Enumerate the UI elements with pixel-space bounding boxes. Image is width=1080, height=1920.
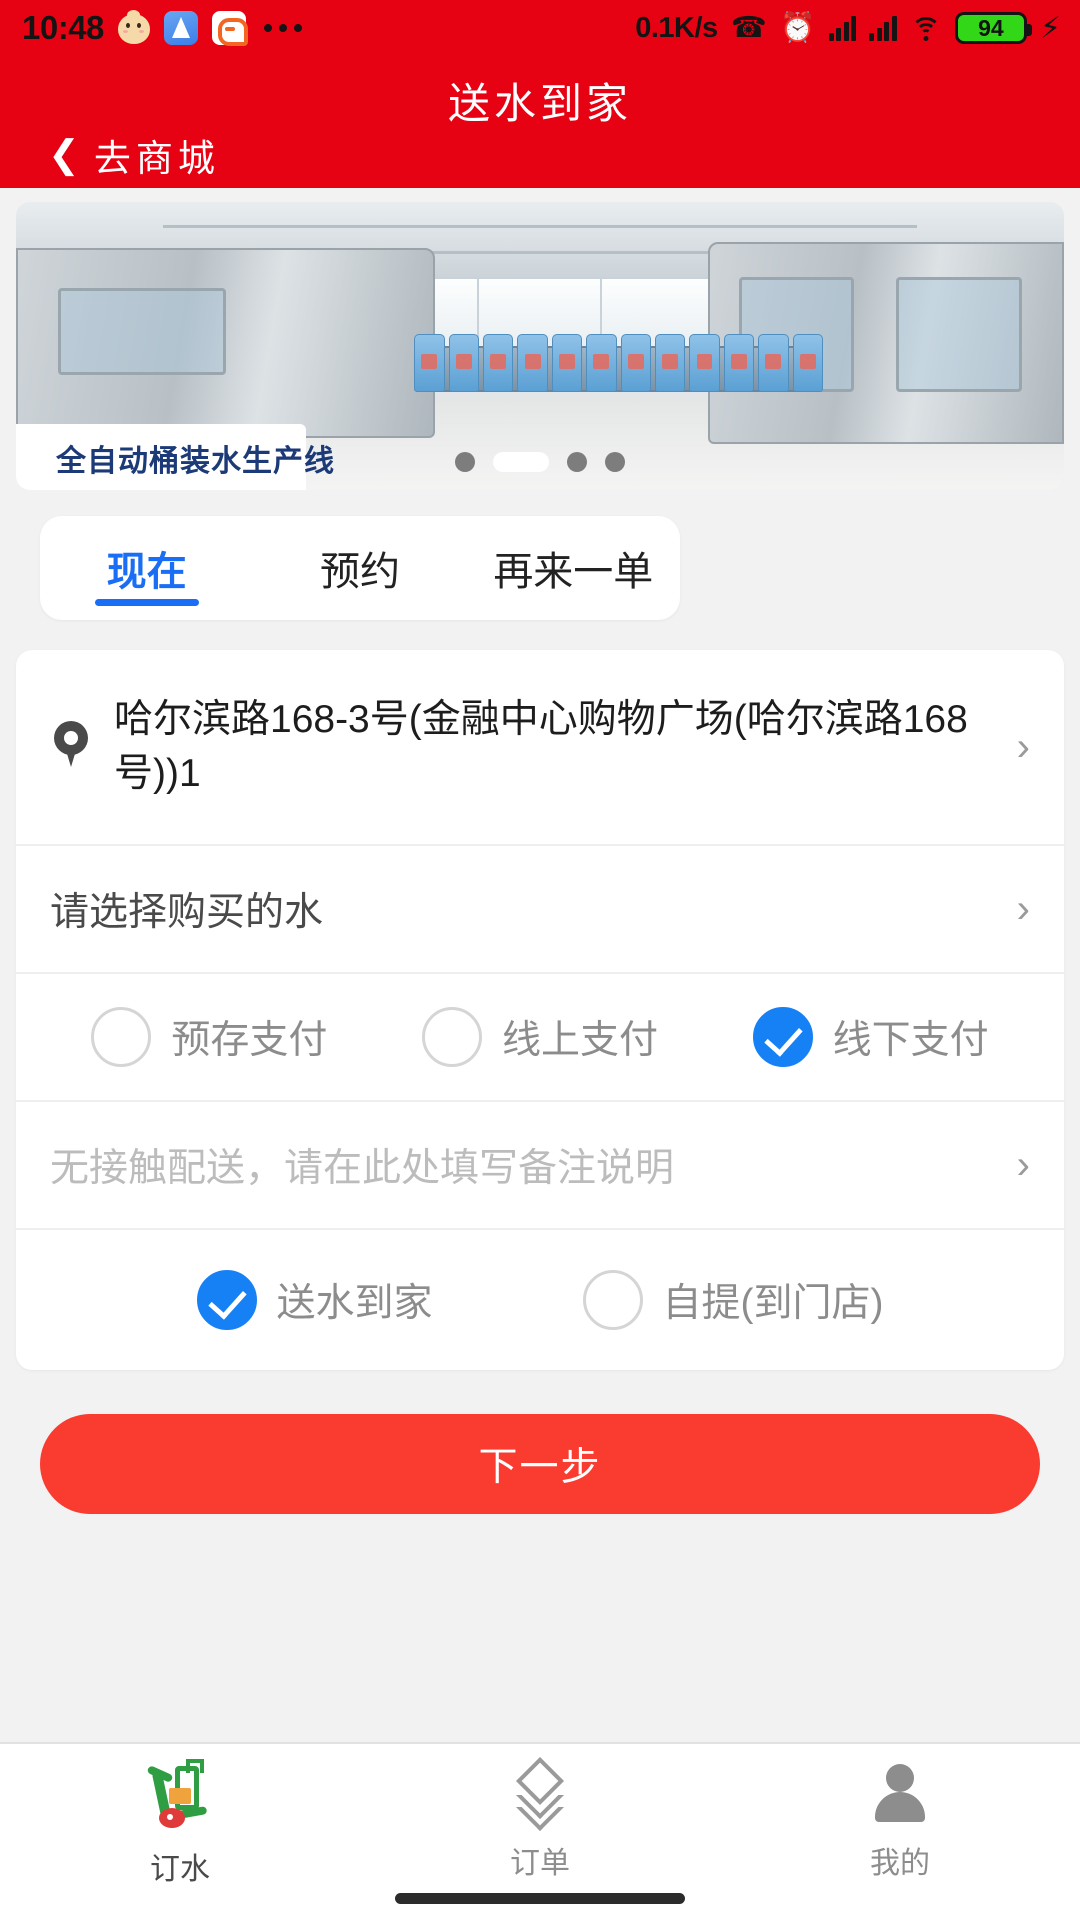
payment-method-row: 预存支付 线上支付 线下支付: [16, 974, 1064, 1102]
payment-option-online-label: 线上支付: [501, 1019, 658, 1062]
order-mode-tabs: 现在 预约 再来一单: [40, 516, 680, 620]
tab-reserve[interactable]: 预约: [253, 516, 466, 620]
payment-option-online[interactable]: 线上支付: [421, 1007, 658, 1067]
carousel-dot-3[interactable]: [605, 452, 625, 472]
payment-option-prepaid[interactable]: 预存支付: [91, 1007, 327, 1067]
network-speed: 0.1K/s: [635, 11, 718, 44]
signal-icon-2: [869, 15, 897, 41]
page-title: 送水到家: [447, 80, 632, 127]
back-to-mall-button[interactable]: ❮ 去商城: [48, 128, 220, 182]
battery-level: 94: [978, 14, 1004, 41]
nav-item-order-water[interactable]: 订水: [0, 1759, 360, 1888]
tab-now[interactable]: 现在: [40, 516, 253, 620]
radio-checked-icon: [752, 1007, 813, 1067]
chevron-left-icon: ❮: [48, 134, 80, 176]
nav-item-order-water-label: 订水: [150, 1853, 210, 1886]
carousel-dot-0[interactable]: [455, 452, 475, 472]
status-bar-left: 10:48: [22, 9, 302, 47]
next-step-button[interactable]: 下一步: [40, 1414, 1040, 1514]
chevron-right-icon: ›: [1016, 887, 1030, 931]
water-trolley-icon: [145, 1759, 215, 1832]
address-row[interactable]: 哈尔滨路168-3号(金融中心购物广场(哈尔滨路168号))1 ›: [16, 650, 1064, 846]
layers-icon: [508, 1756, 572, 1832]
wifi-icon: [910, 15, 942, 41]
chevron-right-icon: ›: [1016, 1143, 1030, 1187]
payment-option-offline[interactable]: 线下支付: [752, 1007, 989, 1067]
radio-checked-icon: [196, 1270, 257, 1330]
bluetooth-icon: ☎​: [730, 11, 767, 44]
delivery-option-pickup[interactable]: 自提(到门店): [582, 1270, 884, 1330]
more-dots-icon: [263, 24, 302, 32]
charging-icon: ⚡: [1039, 11, 1061, 45]
signal-icon-1: [828, 15, 857, 41]
alarm-icon: ⏰: [779, 11, 816, 44]
radio-circle-icon: [91, 1007, 152, 1067]
tab-now-label: 现在: [106, 550, 187, 594]
delivery-option-home-label: 送水到家: [276, 1282, 433, 1325]
carousel-dot-2[interactable]: [567, 452, 587, 472]
tab-reorder[interactable]: 再来一单: [467, 516, 680, 620]
tab-reorder-label: 再来一单: [493, 550, 654, 594]
back-label: 去商城: [93, 138, 220, 179]
didi-app-icon: [211, 11, 248, 46]
remark-row[interactable]: 无接触配送，请在此处填写备注说明 ›: [16, 1102, 1064, 1230]
radio-circle-icon: [582, 1270, 643, 1330]
carousel-dot-1[interactable]: [493, 452, 549, 472]
select-water-label: 请选择购买的水: [50, 891, 324, 934]
select-water-row[interactable]: 请选择购买的水 ›: [16, 846, 1064, 974]
payment-option-offline-label: 线下支付: [832, 1019, 989, 1062]
chevron-right-icon: ›: [1016, 725, 1030, 769]
egg-app-icon: [117, 10, 150, 44]
nav-item-profile[interactable]: 我的: [720, 1762, 1080, 1882]
radio-circle-icon: [421, 1007, 482, 1067]
nav-item-orders[interactable]: 订单: [360, 1756, 720, 1882]
status-time: 10:48: [22, 9, 104, 46]
blue-triangle-app-icon: [163, 11, 198, 45]
nav-item-orders-label: 订单: [510, 1847, 570, 1880]
address-value: 哈尔滨路168-3号(金融中心购物广场(哈尔滨路168号))1: [114, 698, 968, 795]
bottom-navigation: 订水 订单 我的: [0, 1742, 1080, 1920]
carousel-dots[interactable]: [16, 452, 1064, 472]
nav-item-profile-label: 我的: [870, 1847, 930, 1880]
location-pin-icon: [50, 721, 92, 773]
delivery-method-row: 送水到家 自提(到门店): [16, 1230, 1064, 1370]
delivery-option-pickup-label: 自提(到门店): [662, 1282, 884, 1325]
payment-option-prepaid-label: 预存支付: [171, 1019, 328, 1062]
promo-banner-carousel[interactable]: 全自动桶装水生产线: [16, 202, 1064, 490]
remark-input[interactable]: 无接触配送，请在此处填写备注说明: [50, 1137, 674, 1193]
app-header: 送水到家 ❮ 去商城: [0, 56, 1080, 188]
battery-icon: 94: [954, 12, 1032, 44]
tab-reserve-label: 预约: [319, 550, 400, 594]
order-form-card: 哈尔滨路168-3号(金融中心购物广场(哈尔滨路168号))1 › 请选择购买的…: [16, 650, 1064, 1370]
home-indicator: [395, 1893, 685, 1904]
delivery-option-home[interactable]: 送水到家: [196, 1270, 433, 1330]
person-icon: [868, 1762, 932, 1826]
status-bar: 10:48 0.1K/s ☎​ ⏰ 94 ⚡: [0, 0, 1080, 56]
next-step-label: 下一步: [478, 1446, 602, 1489]
status-bar-right: 0.1K/s ☎​ ⏰ 94 ⚡: [635, 11, 1061, 46]
